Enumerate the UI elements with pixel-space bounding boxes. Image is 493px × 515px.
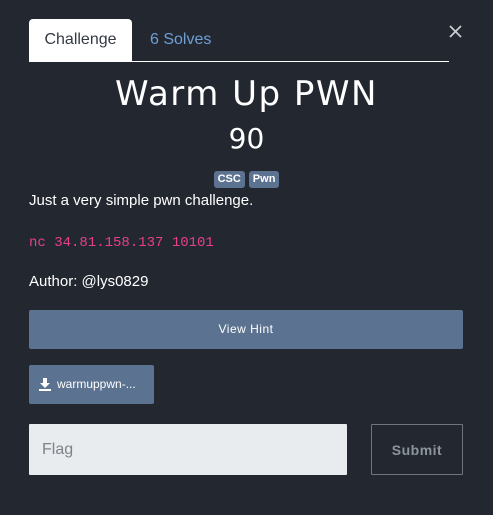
submit-button[interactable]: Submit: [371, 424, 463, 475]
file-name-label: warmuppwn-...: [57, 377, 136, 391]
view-hint-button[interactable]: View Hint: [29, 310, 463, 349]
close-icon: [449, 25, 462, 38]
challenge-value: 90: [228, 122, 265, 155]
connection-command: nc 34.81.158.137 10101: [29, 235, 214, 251]
challenge-title: Warm Up PWN: [115, 74, 378, 114]
tag-badge: CSC: [213, 171, 245, 188]
tag-badge: Pwn: [248, 171, 280, 188]
challenge-tags: CSC Pwn: [0, 171, 493, 188]
challenge-description: Just a very simple pwn challenge.: [29, 192, 254, 209]
challenge-modal: Challenge 6 Solves Warm Up PWN 90 CSC Pw…: [0, 0, 493, 515]
flag-input[interactable]: [29, 424, 347, 475]
download-file-button[interactable]: warmuppwn-...: [29, 365, 154, 404]
tab-bar: Challenge 6 Solves: [29, 19, 449, 62]
tab-solves[interactable]: 6 Solves: [150, 19, 211, 61]
download-icon: [39, 378, 51, 391]
tab-challenge[interactable]: Challenge: [29, 19, 132, 61]
challenge-author: Author: @lys0829: [29, 273, 149, 290]
close-button[interactable]: [446, 22, 466, 42]
